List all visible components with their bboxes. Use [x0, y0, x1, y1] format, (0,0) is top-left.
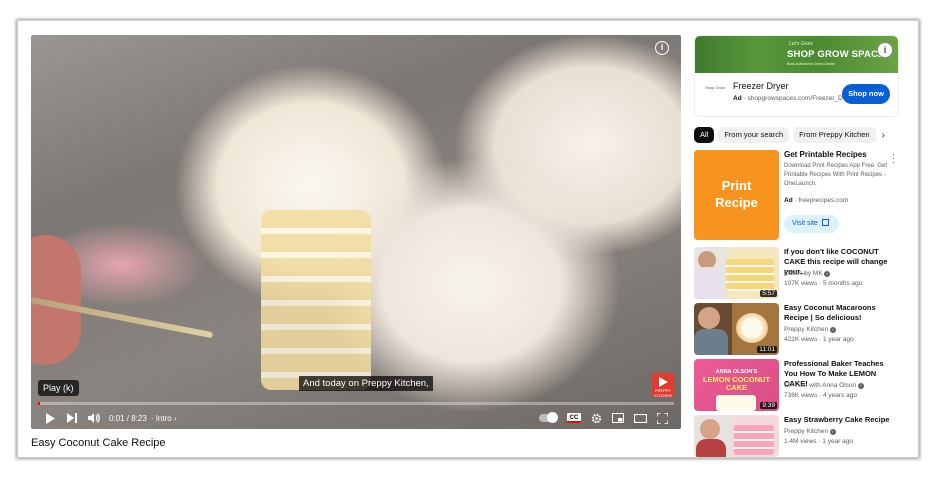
ad-url: Ad · shopgrowspaces.com/Freezer_D [733, 95, 843, 102]
fullscreen-icon[interactable] [651, 408, 673, 428]
video-duration: 9:39 [760, 402, 777, 409]
promo-thumb-text-1: Print [721, 178, 752, 193]
visit-site-button[interactable]: Visit site [784, 215, 839, 233]
cake-image [726, 259, 774, 291]
thumbnail-text-3: CAKE [725, 383, 748, 392]
video-title[interactable]: Easy Strawberry Cake Recipe [784, 415, 896, 425]
thumbnail-text: ANNA OLSON'S LEMON COCONUT CAKE [694, 359, 779, 392]
ad-details: Shop Grow Freezer Dryer Ad · shopgrowspa… [695, 73, 898, 116]
play-logo-icon [659, 377, 668, 387]
theater-icon[interactable] [629, 408, 651, 428]
info-icon[interactable]: i [655, 41, 669, 55]
progress-played [38, 402, 40, 405]
channel-name-text: Preppy Kitchen [784, 326, 829, 333]
chip-all[interactable]: All [694, 127, 715, 143]
channel-name-text: Cakes by MK [784, 270, 823, 277]
video-player[interactable]: i Play (k) And today on Preppy Kitchen, … [31, 35, 681, 429]
promo-ad[interactable]: Print Recipe Get Printable Recipes · · · D… [694, 150, 899, 240]
play-tooltip: Play (k) [38, 380, 79, 396]
presenter-body-image [696, 439, 726, 457]
channel-name[interactable]: Preppy Kitchen ✓ [784, 326, 836, 333]
next-icon[interactable] [61, 408, 83, 428]
visit-site-label: Visit site [792, 220, 818, 227]
ad-banner-subtitle: Let's Grow [789, 41, 813, 47]
video-thumbnail[interactable]: 5:57 [694, 247, 779, 299]
time-display: 0:01 / 8:23 [109, 413, 147, 423]
video-title: Easy Coconut Cake Recipe [31, 437, 166, 449]
recommended-video[interactable]: ANNA OLSON'S LEMON COCONUT CAKE 9:39 Pro… [694, 359, 899, 411]
gear-icon[interactable] [585, 408, 607, 428]
ad-banner[interactable]: Let's Grow SHOP GROW SPACES Book Authori… [695, 36, 898, 73]
chevron-right-icon: › [173, 413, 177, 423]
cc-icon: CC [567, 413, 581, 423]
promo-title[interactable]: Get Printable Recipes [784, 150, 867, 159]
chip-from-your-search[interactable]: From your search [718, 127, 790, 143]
ad-banner-small: Book Authorized Online Dealer [787, 62, 835, 66]
promo-url-text: freeprecipes.com [798, 197, 849, 204]
cake-layers-image [261, 210, 371, 390]
recommended-video[interactable]: 5:57 If you don't like COCONUT CAKE this… [694, 247, 899, 299]
chapter-label: Intro [155, 413, 172, 423]
ad-advertiser-name[interactable]: Freezer Dryer [733, 81, 789, 91]
chevron-right-icon[interactable]: › [882, 130, 885, 141]
promo-url: Ad · freeprecipes.com [784, 197, 849, 204]
presenter-body-image [694, 329, 728, 355]
filter-chips: All From your search From Preppy Kitchen… [694, 127, 899, 143]
video-duration: 5:57 [760, 290, 777, 297]
chapter-button[interactable]: · Intro › [151, 414, 177, 423]
miniplayer-icon[interactable] [607, 408, 629, 428]
ad-label: Ad [733, 95, 742, 102]
channel-name-text: Oh Yum with Anna Olson [784, 382, 857, 389]
channel-name-text: Preppy Kitchen [784, 428, 829, 435]
promo-description: Download Print Recipes App Free. Get Pri… [784, 163, 888, 187]
ad-card[interactable]: Let's Grow SHOP GROW SPACES Book Authori… [694, 35, 899, 117]
progress-bar[interactable] [38, 402, 674, 405]
video-meta: 421K views · 1 year ago [784, 336, 854, 343]
verified-icon: ✓ [824, 271, 831, 277]
verified-icon: ✓ [829, 429, 836, 435]
play-icon[interactable] [39, 408, 61, 428]
cake-image [734, 425, 774, 455]
recommended-video[interactable]: Easy Strawberry Cake Recipe Preppy Kitch… [694, 415, 899, 457]
macaroon-image [736, 313, 768, 343]
presenter-image [698, 307, 720, 329]
verified-icon: ✓ [829, 327, 836, 333]
chip-from-preppy-kitchen[interactable]: From Preppy Kitchen [793, 127, 876, 143]
ad-logo: Shop Grow [705, 85, 726, 90]
watermark-text: PREPPY KITCHEN [654, 388, 672, 398]
subtitles-button[interactable]: CC [563, 408, 585, 428]
video-meta: 1.4M views · 1 year ago [784, 438, 854, 445]
promo-ad-label: Ad [784, 197, 793, 204]
ad-banner-title: SHOP GROW SPACES [787, 49, 892, 60]
subtitle-caption: And today on Preppy Kitchen, [299, 376, 433, 391]
presenter-body-image [694, 267, 722, 299]
presenter-image [700, 419, 720, 439]
video-thumbnail[interactable] [694, 415, 779, 457]
video-duration: 11:01 [757, 346, 777, 353]
video-thumbnail[interactable]: 11:01 [694, 303, 779, 355]
video-title[interactable]: Easy Coconut Macaroons Recipe | So delic… [784, 303, 896, 323]
channel-watermark[interactable]: PREPPY KITCHEN [652, 373, 674, 398]
promo-thumb-text-2: Recipe [715, 195, 758, 210]
channel-name[interactable]: Oh Yum with Anna Olson ✓ [784, 382, 864, 389]
external-link-icon [821, 219, 829, 226]
player-controls: 0:01 / 8:23 · Intro › CC [31, 407, 681, 429]
page-frame: i Play (k) And today on Preppy Kitchen, … [17, 20, 919, 458]
channel-name[interactable]: Cakes by MK ✓ [784, 270, 831, 277]
video-meta: 107K views · 5 months ago [784, 280, 863, 287]
video-thumbnail[interactable]: ANNA OLSON'S LEMON COCONUT CAKE 9:39 [694, 359, 779, 411]
promo-thumbnail[interactable]: Print Recipe [694, 150, 779, 240]
verified-icon: ✓ [857, 383, 864, 389]
info-icon[interactable]: i [877, 42, 893, 58]
channel-name[interactable]: Preppy Kitchen ✓ [784, 428, 836, 435]
video-meta: 738K views · 4 years ago [784, 392, 857, 399]
recommended-video[interactable]: 11:01 Easy Coconut Macaroons Recipe | So… [694, 303, 899, 355]
shop-now-button[interactable]: Shop now [842, 84, 890, 104]
autoplay-toggle[interactable] [539, 412, 558, 423]
cake-image [716, 395, 756, 411]
volume-icon[interactable] [83, 408, 105, 428]
ad-url-text: shopgrowspaces.com/Freezer_D [747, 95, 843, 102]
